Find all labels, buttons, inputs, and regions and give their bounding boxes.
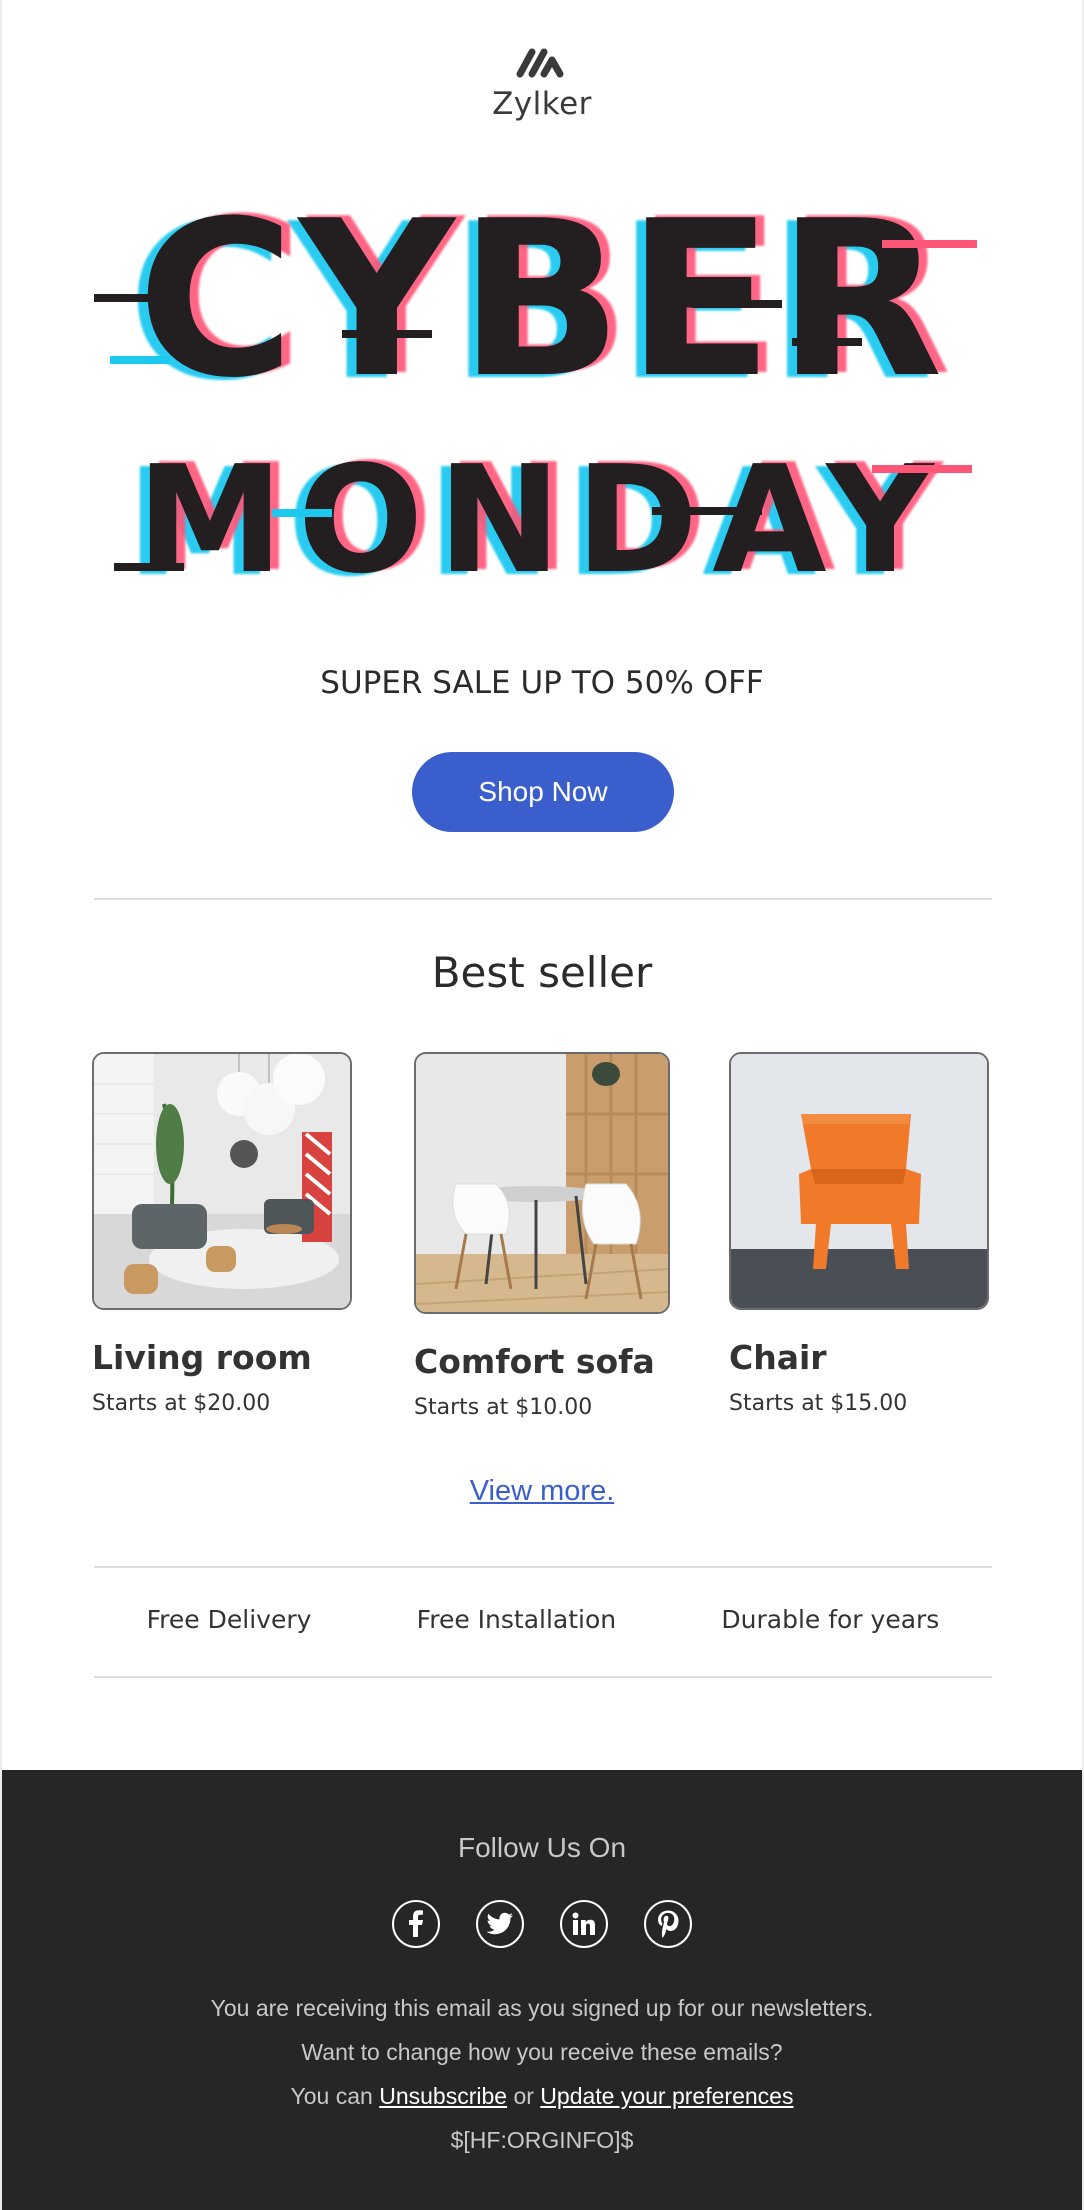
best-seller-title: Best seller — [431, 948, 653, 997]
hero-title-cyber: CYBER CYBER CYBER — [2, 174, 1082, 425]
dining-chairs-illustration — [416, 1054, 668, 1312]
feature-durable: Durable for years — [721, 1605, 940, 1634]
features-row: Free Delivery Free Installation Durable … — [94, 1605, 992, 1634]
page-background: Zylker CYBER CYBER CYBER MONDAY MONDAY M… — [0, 0, 1084, 2210]
brand-header[interactable]: Zylker — [2, 42, 1082, 122]
footer: Follow Us On You are receiving this emai… — [2, 1770, 1082, 2210]
glitch-bar — [792, 338, 862, 346]
hero-banner: CYBER CYBER CYBER MONDAY MONDAY MONDAY — [2, 174, 1082, 610]
feature-free-delivery: Free Delivery — [146, 1605, 312, 1634]
product-image-comfort-sofa[interactable] — [414, 1052, 670, 1314]
glitch-bar — [94, 294, 164, 302]
product-price: Starts at $15.00 — [729, 1391, 908, 1416]
shop-now-button[interactable]: Shop Now — [412, 752, 674, 832]
glitch-bar — [692, 300, 782, 308]
feature-free-installation: Free Installation — [416, 1605, 617, 1634]
footer-or: or — [513, 2083, 534, 2109]
follow-us-title: Follow Us On — [457, 1832, 627, 1863]
product-card-chair[interactable]: Chair Starts at $15.00 — [729, 1052, 989, 1416]
email-body: Zylker CYBER CYBER CYBER MONDAY MONDAY M… — [2, 0, 1082, 2210]
living-room-illustration — [94, 1054, 350, 1308]
social-links — [2, 1900, 1082, 1948]
product-name[interactable]: Chair — [729, 1338, 989, 1377]
facebook-icon[interactable] — [392, 1900, 440, 1948]
sale-headline: SUPER SALE UP TO 50% OFF — [320, 665, 764, 701]
glitch-bar — [114, 563, 184, 571]
footer-line-subscribed: You are receiving this email as you sign… — [210, 1995, 874, 2021]
orange-chair-illustration — [731, 1054, 987, 1308]
pinterest-icon[interactable] — [644, 1900, 692, 1948]
footer-text: You are receiving this email as you sign… — [2, 1986, 1082, 2162]
view-more-link[interactable]: View more. — [470, 1475, 615, 1507]
product-card-comfort-sofa[interactable]: Comfort sofa Starts at $10.00 — [414, 1052, 670, 1420]
footer-line-actions: You can Unsubscribe or Update your prefe… — [2, 2074, 1082, 2118]
divider — [94, 1566, 992, 1568]
glitch-bar — [652, 507, 762, 515]
footer-line-change: Want to change how you receive these ema… — [301, 2039, 783, 2065]
zylker-logo-icon — [516, 48, 564, 78]
footer-orginfo: $[HF:ORGINFO]$ — [450, 2127, 634, 2153]
product-name[interactable]: Comfort sofa — [414, 1342, 670, 1381]
brand-name: Zylker — [492, 86, 592, 122]
footer-you-can: You can — [290, 2083, 373, 2109]
divider — [94, 1676, 992, 1678]
hero-cyber-text: CYBER — [137, 174, 947, 425]
update-preferences-link[interactable]: Update your preferences — [540, 2083, 793, 2109]
glitch-bar — [110, 356, 170, 364]
product-card-living-room[interactable]: Living room Starts at $20.00 — [92, 1052, 352, 1416]
glitch-bar — [272, 509, 332, 517]
product-image-chair[interactable] — [729, 1052, 989, 1310]
product-price: Starts at $20.00 — [92, 1391, 271, 1416]
product-name[interactable]: Living room — [92, 1338, 352, 1377]
glitch-bar — [882, 240, 977, 248]
divider — [94, 898, 992, 900]
hero-title-monday: MONDAY MONDAY MONDAY — [2, 443, 1082, 598]
unsubscribe-link[interactable]: Unsubscribe — [379, 2083, 507, 2109]
view-more-link-wrap: View more. — [2, 1475, 1082, 1508]
linkedin-icon[interactable] — [560, 1900, 608, 1948]
product-price: Starts at $10.00 — [414, 1395, 593, 1420]
product-image-living-room[interactable] — [92, 1052, 352, 1310]
glitch-bar — [872, 465, 972, 473]
twitter-icon[interactable] — [476, 1900, 524, 1948]
glitch-bar — [342, 330, 432, 338]
